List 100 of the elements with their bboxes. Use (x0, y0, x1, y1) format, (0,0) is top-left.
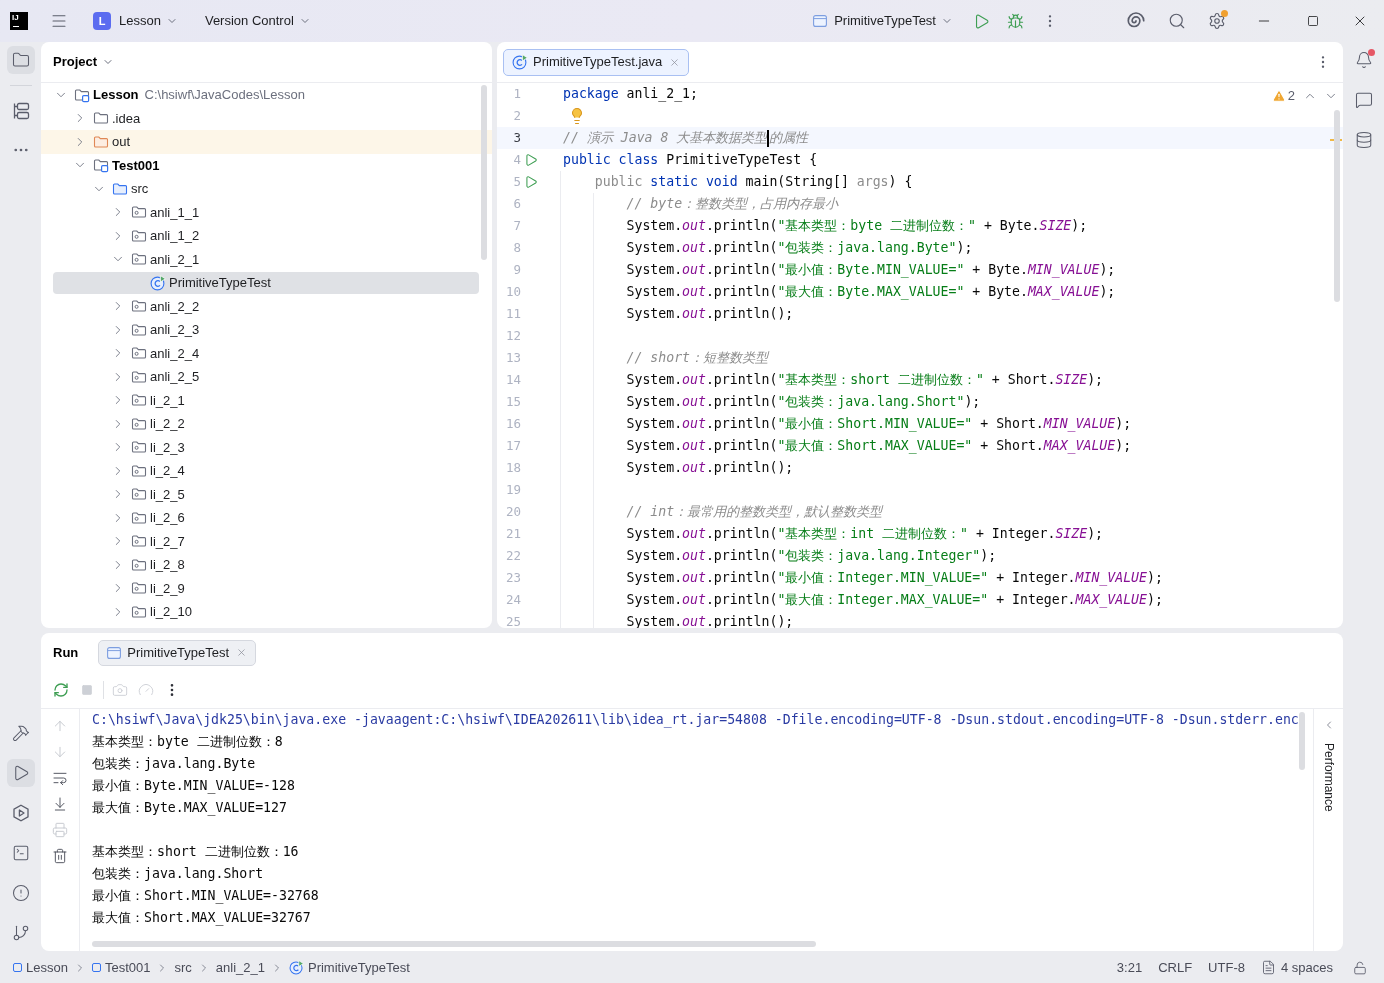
code-line: System.out.println(); (626, 613, 794, 628)
tree-item[interactable]: li_2_9 (41, 576, 492, 600)
tree-item[interactable]: li_2_5 (41, 482, 492, 506)
tree-item[interactable]: anli_1_1 (41, 200, 492, 224)
indent-widget[interactable]: 4 spaces (1260, 957, 1333, 978)
code-line: System.out.println("包装类：java.lang.Short"); (626, 393, 981, 412)
scrollbar-thumb[interactable] (92, 941, 816, 947)
tree-item[interactable]: src (41, 177, 492, 201)
tree-item[interactable]: li_2_6 (41, 506, 492, 530)
breadcrumb-item[interactable]: Test001 (91, 957, 151, 978)
console-line: 最小值：Short.MIN_VALUE=-32768 (92, 887, 319, 906)
tree-item[interactable]: anli_2_5 (41, 365, 492, 389)
tree-item[interactable]: anli_2_3 (41, 318, 492, 342)
code-line: System.out.println("包装类：java.lang.Byte"); (626, 239, 973, 258)
code-line: System.out.println("最小值：Short.MIN_VALUE=" + Short.MIN_VALUE); (626, 415, 1132, 434)
app-logo[interactable]: IJ (10, 12, 28, 30)
run-gutter-icon[interactable] (524, 175, 538, 189)
spiral-icon[interactable] (1127, 12, 1145, 30)
database-icon (1354, 131, 1373, 149)
line-number: 17 (504, 436, 521, 455)
console-line: 最小值：Byte.MIN_VALUE=-128 (92, 777, 295, 796)
project-widget[interactable]: L Lesson (87, 7, 184, 35)
line-number: 21 (504, 524, 521, 543)
code-line: package anli_2_1; (563, 85, 698, 104)
panel-title: Run (53, 643, 79, 662)
tree-item[interactable]: anli_2_1 (41, 247, 492, 271)
code-line: System.out.println("基本类型：int 二进制位数：" + Integer.SIZE); (626, 525, 1104, 544)
tree-item[interactable]: li_2_4 (41, 459, 492, 483)
breadcrumb-item[interactable]: Lesson (13, 957, 68, 978)
tree-item[interactable]: li_2_2 (41, 412, 492, 436)
line-number: 4 (512, 150, 521, 169)
hammer-icon (11, 724, 30, 742)
window-icon (813, 14, 828, 28)
bug-icon[interactable] (1007, 12, 1024, 30)
project-view-dropdown[interactable]: Project (53, 52, 115, 72)
tree-item[interactable]: li_2_1 (41, 388, 492, 412)
scrollbar-thumb[interactable] (481, 85, 487, 260)
line-number: 6 (512, 194, 521, 213)
tree-item[interactable]: anli_2_4 (41, 341, 492, 365)
tree-item[interactable]: li_2_10 (41, 600, 492, 624)
line-number: 18 (504, 458, 521, 477)
console-line: 最大值：Short.MAX_VALUE=32767 (92, 909, 311, 928)
code-line: System.out.println("最大值：Short.MAX_VALUE=" + Short.MAX_VALUE); (626, 437, 1132, 456)
inspection-widget[interactable]: 2 (1271, 86, 1295, 106)
run-tab[interactable]: PrimitiveTypeTest (98, 639, 257, 666)
editor-tab[interactable]: PrimitiveTypeTest.java (503, 48, 690, 76)
side-tab[interactable]: Performance (1319, 743, 1338, 812)
warning-icon (1271, 89, 1286, 103)
code-line: System.out.println("包装类：java.lang.Integer"); (626, 547, 997, 566)
tree-item[interactable]: li_2_3 (41, 435, 492, 459)
console-line: 基本类型：short 二进制位数：16 (92, 843, 299, 862)
tree-item[interactable]: out (41, 130, 492, 154)
exclamation-circle-icon (11, 884, 30, 902)
tool-window-button[interactable] (6, 46, 35, 74)
search-icon[interactable] (1168, 12, 1186, 30)
git-branch-icon (11, 924, 30, 942)
tree-item[interactable]: anli_1_2 (41, 224, 492, 248)
console-line: 最大值：Byte.MAX_VALUE=127 (92, 799, 287, 818)
line-separator[interactable]: CRLF (1158, 957, 1193, 978)
menu-icon[interactable] (50, 12, 68, 30)
line-number: 16 (504, 414, 521, 433)
arrow-down-to-line-icon[interactable] (52, 796, 68, 812)
file-encoding[interactable]: UTF-8 (1208, 957, 1245, 978)
tree-item[interactable]: Lesson C:\hsiwf\JavaCodes\Lesson (41, 83, 492, 107)
caret-position[interactable]: 3:21 (1116, 957, 1143, 978)
tree-item[interactable]: Test001 (41, 153, 492, 177)
line-number: 12 (504, 326, 521, 345)
settings-icon[interactable] (1208, 12, 1226, 30)
vcs-widget[interactable]: Version Control (196, 7, 319, 35)
breadcrumb-item[interactable]: src (174, 957, 192, 978)
chat-bubble-icon (1354, 91, 1373, 109)
line-number: 7 (512, 216, 521, 235)
console-line: 包装类：java.lang.Short (92, 865, 264, 884)
code-line: public class PrimitiveTypeTest { (563, 151, 818, 170)
run-gutter-icon[interactable] (524, 153, 538, 167)
square-icon (91, 963, 101, 972)
code-line: System.out.println("基本类型：short 二进制位数：" + Short.SIZE); (626, 371, 1104, 390)
breadcrumb-item[interactable]: anli_2_1 (215, 957, 265, 978)
tree-item[interactable]: anli_2_2 (41, 294, 492, 318)
tree-item[interactable]: li_2_8 (41, 553, 492, 577)
run-configuration-widget[interactable]: PrimitiveTypeTest (807, 7, 959, 35)
folder-icon (11, 51, 30, 69)
run-icon[interactable] (973, 12, 990, 30)
open-lock-icon[interactable] (1353, 960, 1367, 975)
scrollbar-thumb[interactable] (1334, 110, 1340, 302)
breadcrumb-item[interactable]: PrimitiveTypeTest (288, 957, 410, 978)
maximize-icon[interactable] (1307, 15, 1319, 27)
wrap-text-icon[interactable] (52, 770, 68, 786)
line-number: 3 (512, 128, 521, 147)
tree-item[interactable]: li_2_7 (41, 529, 492, 553)
code-line: System.out.println("最大值：Integer.MAX_VALUE=" + Integer.MAX_VALUE); (626, 591, 1163, 610)
scrollbar-thumb[interactable] (1299, 712, 1305, 770)
folder-icon (93, 110, 109, 127)
refresh-icon[interactable] (53, 682, 69, 698)
tree-item[interactable]: .idea (41, 106, 492, 130)
c-circle-icon (288, 960, 304, 975)
trash-icon[interactable] (52, 848, 68, 864)
line-number: 24 (504, 590, 521, 609)
tool-window-button[interactable] (6, 759, 35, 787)
line-number: 11 (504, 304, 521, 323)
